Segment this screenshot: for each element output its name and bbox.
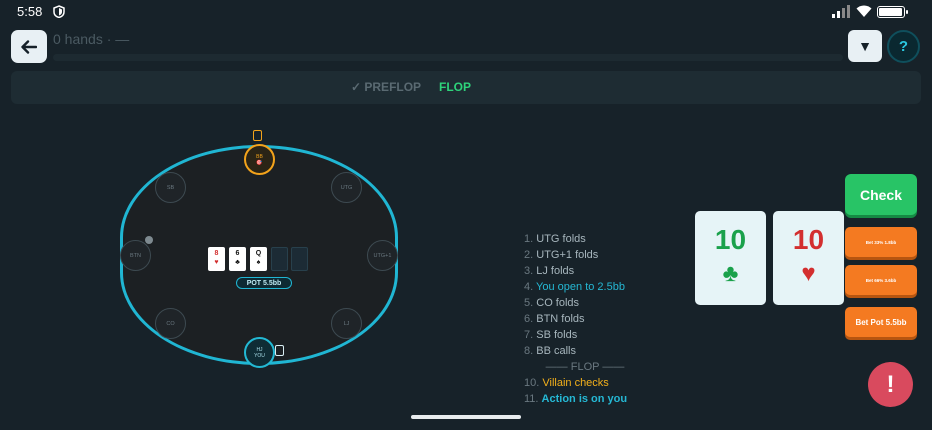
club-icon: ♣ <box>722 260 739 287</box>
villain-cards-icon <box>253 130 262 141</box>
spade-icon: ♠ <box>256 259 261 266</box>
log-row: 4. You open to 2.5bb <box>524 281 625 293</box>
seat-bb-villain[interactable]: BB 🎯 <box>244 144 275 175</box>
board-card: Q ♠ <box>250 247 267 271</box>
club-icon: ♣ <box>235 259 240 266</box>
home-indicator[interactable] <box>411 415 521 419</box>
status-time: 5:58 <box>17 4 43 19</box>
log-row: 8. BB calls <box>524 345 576 357</box>
seat-lj[interactable]: LJ <box>331 308 362 339</box>
log-row: 1. UTG folds <box>524 233 586 245</box>
board-card-slot-turn <box>271 247 288 271</box>
card-rank: 10 <box>792 224 825 255</box>
seat-btn[interactable]: BTN <box>120 240 151 271</box>
log-row: 11. Action is on you <box>524 393 628 405</box>
street-tab-preflop[interactable]: ✓ PREFLOP <box>351 80 421 94</box>
seat-co[interactable]: CO <box>155 308 186 339</box>
bet-pot-button[interactable]: Bet Pot 5.5bb <box>845 307 917 337</box>
board-card: 6 ♣ <box>229 247 246 271</box>
arrow-left-icon <box>21 39 37 54</box>
signal-icon <box>832 5 850 18</box>
log-row: 3. LJ folds <box>524 265 575 277</box>
log-street-divider: —— FLOP —— <box>545 361 625 373</box>
log-row: 7. SB folds <box>524 329 578 341</box>
log-row: 5. CO folds <box>524 297 580 309</box>
log-row: 6. BTN folds <box>524 313 585 325</box>
card-rank: 10 <box>714 224 747 255</box>
board-card-slot-river <box>291 247 308 271</box>
dealer-button <box>145 236 153 244</box>
seat-utg1[interactable]: UTG+1 <box>367 240 398 271</box>
card-rank: 6 <box>235 250 240 257</box>
bet-66-button[interactable]: Bet 66% 3.6bb <box>845 265 917 295</box>
target-icon: 🎯 <box>256 159 263 166</box>
heart-icon: ♥ <box>214 259 219 266</box>
bet-33-button[interactable]: Bet 33% 1.8bb <box>845 227 917 257</box>
hole-card: 10 ♥ <box>773 211 844 305</box>
session-progress-bar <box>53 54 843 61</box>
report-button[interactable]: ! <box>868 362 913 407</box>
heart-icon: ♥ <box>801 260 816 287</box>
wifi-icon <box>856 5 872 17</box>
card-rank: Q <box>255 250 262 257</box>
pot-size-label: POT 5.5bb <box>236 277 292 289</box>
card-rank: 8 <box>214 250 219 257</box>
log-row: 10. Villain checks <box>524 377 609 389</box>
seat-you-label: YOU <box>254 352 265 359</box>
check-button[interactable]: Check <box>845 174 917 215</box>
help-button[interactable]: ? <box>887 30 920 63</box>
seat-sb[interactable]: SB <box>155 172 186 203</box>
street-tab-flop[interactable]: FLOP <box>439 80 471 94</box>
seat-utg[interactable]: UTG <box>331 172 362 203</box>
shield-icon <box>53 5 65 18</box>
back-button[interactable] <box>11 30 47 63</box>
action-log: 1. UTG folds 2. UTG+1 folds 3. LJ folds … <box>524 231 659 407</box>
log-row: 2. UTG+1 folds <box>524 249 599 261</box>
hands-count-label: 0 hands · — <box>53 31 130 47</box>
dropdown-button[interactable]: ▼ <box>848 30 882 62</box>
battery-icon <box>877 6 908 18</box>
hole-card: 10 ♣ <box>695 211 766 305</box>
seat-hero[interactable]: HJ YOU <box>244 337 275 368</box>
hero-cards-icon <box>275 345 284 356</box>
board-card: 8 ♥ <box>208 247 225 271</box>
